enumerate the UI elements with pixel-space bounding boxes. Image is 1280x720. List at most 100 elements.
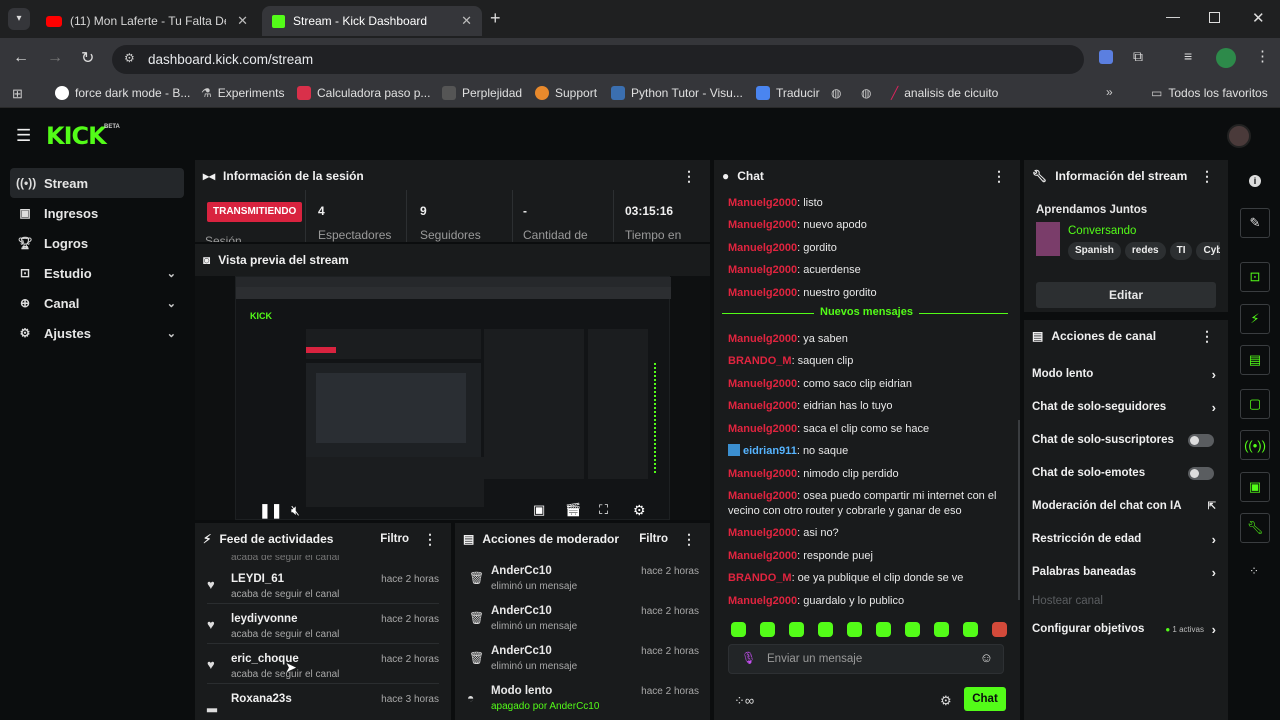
emote-bar[interactable] [724, 620, 1010, 638]
close-icon[interactable]: ✕ [461, 13, 472, 29]
user-avatar[interactable] [1227, 124, 1251, 148]
globe-icon[interactable]: ◍ [831, 86, 841, 100]
bookmark-calculadora[interactable]: Calculadora paso p... [297, 86, 430, 100]
pause-icon[interactable]: ❚❚ [259, 502, 282, 519]
chat-username[interactable]: Manuelg2000 [728, 468, 797, 480]
followers-only-row[interactable]: Chat de solo-seguidores › [1032, 391, 1218, 423]
stream-video[interactable]: KICK ❚❚ 🔇︎ ▣ 🎬︎ ⛶ ⚙ [195, 276, 710, 520]
chat-username[interactable]: Manuelg2000 [728, 242, 797, 254]
bookmark-python-tutor[interactable]: Python Tutor - Visu... [611, 86, 743, 100]
more-icon[interactable]: ⋮ [1200, 168, 1214, 185]
tab-search-icon[interactable]: ▾ [8, 8, 30, 30]
emote-icon[interactable] [992, 622, 1007, 637]
chat-username[interactable]: Manuelg2000 [728, 550, 797, 562]
bookmark-support[interactable]: Support [535, 86, 597, 100]
reload-icon[interactable]: ↻ [81, 48, 94, 68]
chat-username[interactable]: eidrian911 [743, 445, 797, 457]
filter-button[interactable]: Filtro [380, 533, 409, 545]
extension-icon[interactable] [1099, 50, 1113, 64]
emote-icon[interactable] [963, 622, 978, 637]
clip-icon[interactable]: 🎬︎ [565, 502, 582, 518]
banned-words-row[interactable]: Palabras baneadas › [1032, 556, 1218, 588]
new-tab-icon[interactable]: + [490, 8, 501, 29]
globe-icon[interactable]: ◍ [861, 86, 871, 100]
chat-send-button[interactable]: Chat [964, 687, 1006, 711]
sidebar-item-estudio[interactable]: ⊡ Estudio ⌄ [10, 258, 184, 288]
chat-username[interactable]: Manuelg2000 [728, 219, 797, 231]
chat-username[interactable]: Manuelg2000 [728, 527, 797, 539]
gear-icon[interactable]: ⚙ [633, 502, 646, 519]
tab-kick-dashboard[interactable]: Stream - Kick Dashboard ✕ [262, 6, 482, 36]
age-restriction-row[interactable]: Restricción de edad › [1032, 523, 1218, 555]
chat-input[interactable]: 🎙︎ Enviar un mensaje ☺ [728, 644, 1004, 674]
edit-button[interactable]: Editar [1036, 282, 1216, 308]
mic-icon[interactable]: 🎙︎ [741, 651, 756, 665]
chat-bubble-icon[interactable]: ▢ [1240, 389, 1270, 419]
layout-icon[interactable]: ▣ [1240, 472, 1270, 502]
emote-icon[interactable] [905, 622, 920, 637]
fullscreen-icon[interactable]: ⛶ [599, 502, 608, 518]
more-bookmarks-icon[interactable]: » [1106, 85, 1113, 99]
address-bar[interactable]: ⚙ dashboard.kick.com/stream [112, 45, 1084, 74]
more-icon[interactable]: ⋮ [423, 531, 437, 548]
chat-username[interactable]: Manuelg2000 [728, 287, 797, 299]
chat-username[interactable]: BRANDO_M [728, 355, 792, 367]
more-icon[interactable]: ⋮ [992, 168, 1006, 185]
wrench-icon[interactable]: 🔧︎ [1240, 513, 1270, 543]
minimize-icon[interactable]: — [1166, 8, 1180, 24]
menu-icon[interactable]: ⋮ [1255, 47, 1270, 65]
forward-icon[interactable]: → [47, 49, 63, 67]
sidebar-item-stream[interactable]: ((•)) Stream [10, 168, 184, 198]
all-favorites[interactable]: ▭ Todos los favoritos [1151, 86, 1268, 100]
chat-username[interactable]: Manuelg2000 [728, 400, 797, 412]
emote-icon[interactable] [847, 622, 862, 637]
filter-button[interactable]: Filtro [639, 533, 668, 545]
close-icon[interactable]: ✕ [237, 13, 248, 29]
emote-icon[interactable] [934, 622, 949, 637]
media-icon[interactable]: ≡ [1184, 48, 1192, 64]
bookmark-force-dark[interactable]: force dark mode - B... [55, 86, 190, 100]
radio-icon[interactable]: ((•)) [1240, 430, 1270, 460]
puzzle-icon[interactable]: ⧉ [1133, 48, 1143, 65]
gear-icon[interactable]: ⚙ [940, 693, 952, 709]
profile-avatar[interactable] [1216, 48, 1236, 68]
chat-username[interactable]: BRANDO_M [728, 572, 792, 584]
bot-icon[interactable]: ⁘∞ [734, 693, 754, 709]
more-icon[interactable]: ⋮ [1200, 328, 1214, 345]
chat-username[interactable]: Manuelg2000 [728, 490, 797, 502]
emote-icon[interactable] [789, 622, 804, 637]
lightning-icon[interactable]: ⚡︎ [1240, 304, 1270, 334]
emotes-only-toggle[interactable] [1188, 467, 1214, 480]
emote-icon[interactable] [876, 622, 891, 637]
tab-youtube[interactable]: (11) Mon Laferte - Tu Falta De C ✕ [36, 6, 258, 36]
document-icon[interactable]: ▤ [1240, 345, 1270, 375]
dots-icon[interactable]: ⁘ [1249, 564, 1259, 578]
more-icon[interactable]: ⋮ [682, 168, 696, 185]
more-icon[interactable]: ⋮ [682, 531, 696, 548]
emote-icon[interactable] [818, 622, 833, 637]
ai-moderation-row[interactable]: Moderación del chat con IA ⇱ [1032, 490, 1218, 522]
chat-username[interactable]: Manuelg2000 [728, 378, 797, 390]
chat-username[interactable]: Manuelg2000 [728, 197, 797, 209]
sidebar-item-logros[interactable]: 🏆︎ Logros [10, 228, 184, 258]
chat-username[interactable]: Manuelg2000 [728, 333, 797, 345]
subscribers-only-toggle[interactable] [1188, 434, 1214, 447]
back-icon[interactable]: ← [13, 49, 29, 67]
emoji-icon[interactable]: ☺ [980, 650, 993, 665]
maximize-icon[interactable] [1209, 12, 1220, 23]
kick-logo[interactable]: KICK [46, 122, 107, 150]
chat-username[interactable]: Manuelg2000 [728, 595, 797, 607]
broadcast-icon[interactable]: ⊡ [1240, 262, 1270, 292]
sidebar-item-canal[interactable]: ⊕ Canal ⌄ [10, 288, 184, 318]
emote-icon[interactable] [731, 622, 746, 637]
goals-row[interactable]: Configurar objetivos ● 1 activas › [1032, 613, 1218, 645]
bookmark-experiments[interactable]: ⚗ Experiments [201, 86, 284, 100]
bookmark-analisis[interactable]: ╱ analisis de cicuito [891, 86, 998, 100]
hamburger-icon[interactable]: ☰ [16, 126, 31, 146]
site-info-icon[interactable]: ⚙ [124, 51, 135, 65]
pencil-icon[interactable]: ✎ [1240, 208, 1270, 238]
sidebar-item-ingresos[interactable]: ▣ Ingresos [10, 198, 184, 228]
pip-icon[interactable]: ▣ [533, 502, 545, 518]
category-name[interactable]: Conversando [1068, 225, 1136, 237]
slow-mode-row[interactable]: Modo lento › [1032, 358, 1218, 390]
